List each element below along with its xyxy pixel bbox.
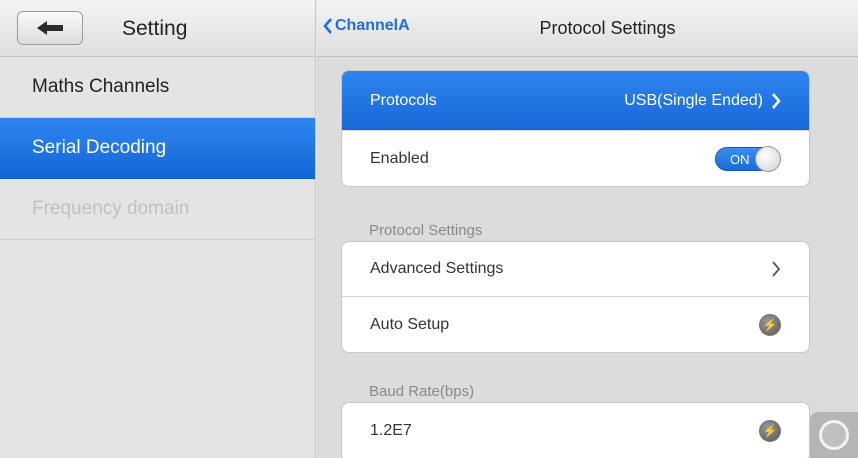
auto-setup-row[interactable]: Auto Setup ⚡ — [342, 297, 809, 352]
chevron-right-icon — [772, 92, 781, 109]
protocol-settings-panel: ChannelA Protocol Settings Protocols USB… — [317, 0, 858, 458]
assist-circle-icon — [819, 420, 849, 450]
protocols-label: Protocols — [370, 91, 437, 109]
section-label-baud-rate: Baud Rate(bps) — [369, 383, 475, 400]
page-title: Protocol Settings — [539, 18, 676, 38]
sidebar-item-serial-decoding[interactable]: Serial Decoding — [0, 118, 315, 179]
settings-sidebar: Setting Maths Channels Serial Decoding F… — [0, 0, 316, 458]
enabled-label: Enabled — [370, 149, 429, 167]
panel-header: ChannelA Protocol Settings — [317, 0, 858, 57]
back-arrow-icon — [37, 21, 63, 35]
advanced-settings-row[interactable]: Advanced Settings — [342, 242, 809, 297]
sidebar-item-maths-channels[interactable]: Maths Channels — [0, 57, 315, 118]
sidebar-item-frequency-domain: Frequency domain — [0, 179, 315, 240]
protocols-value: USB(Single Ended) — [624, 91, 763, 109]
baud-rate-value: 1.2E7 — [370, 421, 412, 439]
advanced-settings-label: Advanced Settings — [370, 260, 504, 277]
floating-assist-button[interactable] — [810, 412, 858, 458]
section-label-protocol-settings: Protocol Settings — [369, 222, 483, 239]
enabled-row: Enabled ON — [342, 131, 809, 186]
protocol-settings-group: Advanced Settings Auto Setup ⚡ — [341, 241, 810, 353]
sidebar-title: Setting — [122, 17, 188, 40]
protocol-group: Protocols USB(Single Ended) Enabled ON — [341, 70, 810, 187]
chevron-right-icon — [772, 261, 781, 277]
protocols-row[interactable]: Protocols USB(Single Ended) — [342, 71, 809, 131]
enabled-toggle[interactable]: ON — [715, 145, 781, 172]
lightning-icon[interactable]: ⚡ — [759, 419, 781, 442]
auto-setup-label: Auto Setup — [370, 315, 450, 333]
sidebar-header: Setting — [0, 0, 315, 57]
back-button[interactable] — [17, 11, 83, 45]
toggle-knob — [755, 145, 781, 172]
baud-rate-row[interactable]: 1.2E7 ⚡ — [342, 403, 809, 458]
toggle-state-label: ON — [730, 151, 750, 167]
lightning-icon[interactable]: ⚡ — [759, 313, 781, 336]
baud-rate-group: 1.2E7 ⚡ — [341, 402, 810, 458]
